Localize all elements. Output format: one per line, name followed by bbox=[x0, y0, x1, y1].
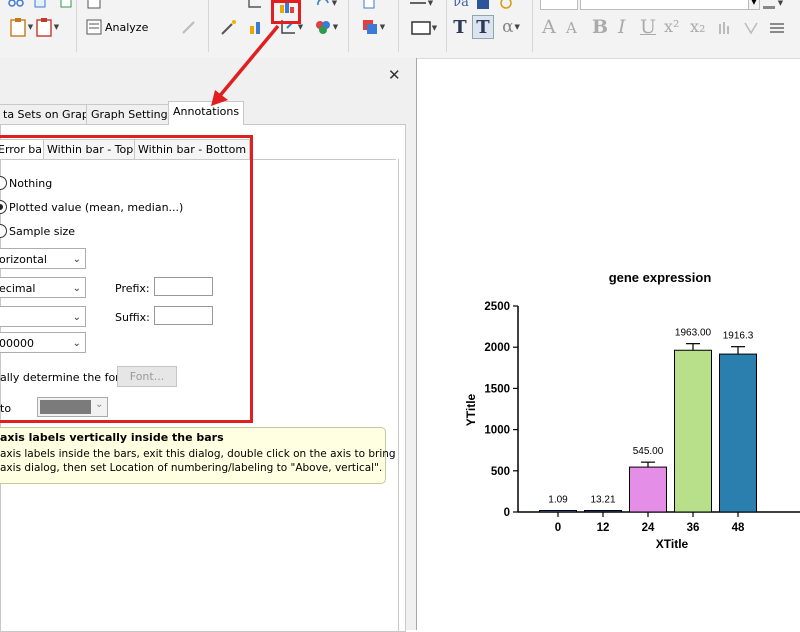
red-arrow-icon bbox=[211, 24, 280, 106]
